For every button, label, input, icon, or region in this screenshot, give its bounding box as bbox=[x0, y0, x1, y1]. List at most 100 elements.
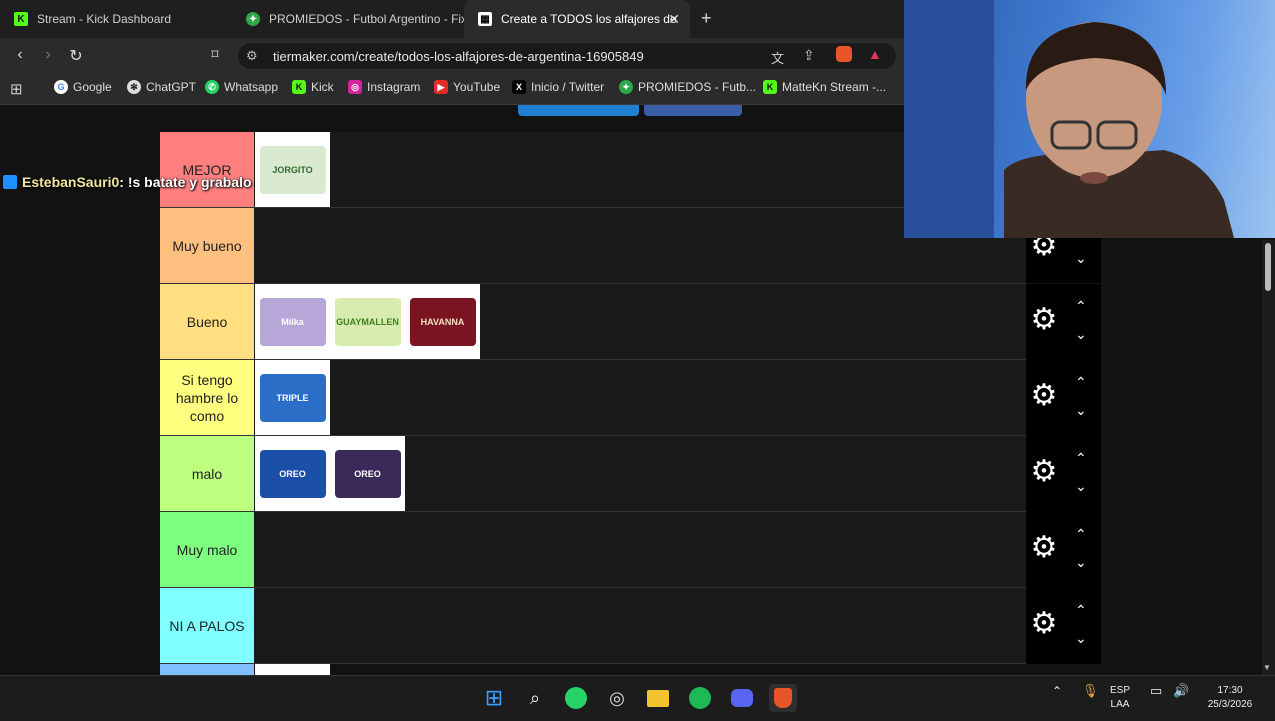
volume-icon[interactable]: 🔊 bbox=[1173, 684, 1189, 698]
site-info-icon[interactable]: ⚙ bbox=[246, 48, 258, 64]
chevron-up-icon[interactable]: ⌃ bbox=[1075, 450, 1087, 467]
url-text[interactable]: tiermaker.com/create/todos-los-alfajores… bbox=[273, 49, 644, 64]
tier-label-text: Bueno bbox=[186, 313, 228, 330]
bookmark-promiedos[interactable]: ✦ PROMIEDOS - Futb... bbox=[619, 80, 756, 94]
microphone-icon[interactable]: 🎙 bbox=[1082, 684, 1099, 698]
google-icon: G bbox=[54, 80, 68, 94]
new-tab-button[interactable]: + bbox=[701, 8, 712, 29]
tier-label[interactable]: Bueno bbox=[160, 284, 254, 359]
alfajor-item[interactable]: TRIPLE bbox=[255, 360, 330, 435]
spotify-icon[interactable] bbox=[686, 684, 714, 712]
chevron-up-icon[interactable]: ⌃ bbox=[1075, 298, 1087, 315]
obs-icon[interactable]: ◎ bbox=[603, 684, 631, 712]
file-explorer-icon[interactable] bbox=[644, 684, 672, 712]
apps-icon[interactable]: ⊞ bbox=[10, 80, 23, 98]
tier-label-text: NI A PALOS bbox=[169, 617, 245, 634]
alfajor-item[interactable]: OREO bbox=[255, 436, 330, 511]
discord-icon[interactable] bbox=[728, 684, 756, 712]
tier-row bbox=[160, 208, 1026, 284]
alfajor-item[interactable] bbox=[255, 664, 330, 675]
bookmark-google[interactable]: G Google bbox=[54, 80, 112, 94]
gear-icon[interactable]: ⚙ bbox=[1026, 530, 1062, 565]
brave-shields-icon[interactable] bbox=[836, 46, 852, 62]
whatsapp-taskbar-icon[interactable] bbox=[562, 684, 590, 712]
windows-start-icon[interactable]: ⊞ bbox=[480, 684, 508, 712]
clock[interactable]: 17:30 25/3/2026 bbox=[1200, 684, 1260, 712]
chat-badge-icon bbox=[3, 175, 17, 189]
translate-icon[interactable]: 文 bbox=[771, 48, 784, 67]
gear-icon[interactable]: ⚙ bbox=[1026, 302, 1062, 337]
save-download-button[interactable] bbox=[518, 105, 639, 116]
kick-icon: K bbox=[14, 12, 28, 26]
scroll-down-arrow[interactable]: ▼ bbox=[1263, 663, 1271, 672]
bookmark-icon[interactable]: ⌑ bbox=[205, 46, 225, 63]
tab-tiermaker[interactable]: ▦ Create a TODOS los alfajores de ✕ bbox=[464, 0, 690, 38]
alfajor-package-image: OREO bbox=[334, 449, 401, 498]
chat-text: : !s batate y grabalo bbox=[119, 174, 252, 190]
promiedos-icon: ✦ bbox=[619, 80, 633, 94]
tray-overflow-icon[interactable]: ⌃ bbox=[1052, 684, 1062, 698]
bookmark-instagram[interactable]: ◎ Instagram bbox=[348, 80, 420, 94]
chevron-down-icon[interactable]: ⌄ bbox=[1075, 250, 1087, 267]
alfajor-package-image: OREO bbox=[259, 449, 326, 498]
bookmark-youtube[interactable]: ▶ YouTube bbox=[434, 80, 500, 94]
bookmark-mattekn[interactable]: K MatteKn Stream -... bbox=[763, 80, 886, 94]
language-indicator[interactable]: ESP LAA bbox=[1110, 684, 1130, 712]
bookmark-kick[interactable]: K Kick bbox=[292, 80, 334, 94]
alfajor-item[interactable]: OREO bbox=[330, 436, 405, 511]
alfajor-item[interactable]: JORGITO bbox=[255, 132, 330, 207]
share-button[interactable] bbox=[644, 105, 742, 116]
kick-icon: K bbox=[763, 80, 777, 94]
network-icon[interactable]: ▭ bbox=[1150, 684, 1162, 698]
tiermaker-icon: ▦ bbox=[478, 12, 492, 26]
search-icon[interactable]: ⌕ bbox=[521, 684, 549, 712]
windows-taskbar bbox=[0, 675, 1275, 721]
tier-row bbox=[160, 512, 1026, 588]
tier-label[interactable]: malo bbox=[160, 436, 254, 511]
tier-label[interactable]: Muy bueno bbox=[160, 208, 254, 283]
bookmark-chatgpt[interactable]: ✻ ChatGPT bbox=[127, 80, 196, 94]
gear-icon[interactable]: ⚙ bbox=[1026, 454, 1062, 489]
streamer-webcam-image bbox=[904, 0, 1234, 238]
chevron-down-icon[interactable]: ⌄ bbox=[1075, 478, 1087, 495]
brave-browser-icon[interactable] bbox=[769, 684, 797, 712]
brave-rewards-icon[interactable]: ▲ bbox=[868, 46, 882, 62]
tab-label: Stream - Kick Dashboard bbox=[37, 12, 172, 26]
tier-label-text: Muy malo bbox=[176, 541, 238, 558]
chevron-up-icon[interactable]: ⌃ bbox=[1075, 526, 1087, 543]
gear-icon[interactable]: ⚙ bbox=[1026, 378, 1062, 413]
chatgpt-icon: ✻ bbox=[127, 80, 141, 94]
tier-label[interactable]: Si tengo hambre lo como bbox=[160, 360, 254, 435]
tier-label-text: malo bbox=[191, 465, 223, 482]
chevron-down-icon[interactable]: ⌄ bbox=[1075, 630, 1087, 647]
tier-label[interactable]: NI A PALOS bbox=[160, 588, 254, 663]
x-twitter-icon: X bbox=[512, 80, 526, 94]
bookmark-twitter[interactable]: X Inicio / Twitter bbox=[512, 80, 604, 94]
chevron-up-icon[interactable]: ⌃ bbox=[1075, 602, 1087, 619]
chevron-down-icon[interactable]: ⌄ bbox=[1075, 554, 1087, 571]
scrollbar[interactable] bbox=[1262, 240, 1275, 675]
chevron-down-icon[interactable]: ⌄ bbox=[1075, 402, 1087, 419]
alfajor-item[interactable]: GUAYMALLEN bbox=[330, 284, 405, 359]
chevron-down-icon[interactable]: ⌄ bbox=[1075, 326, 1087, 343]
chevron-up-icon[interactable]: ⌃ bbox=[1075, 374, 1087, 391]
bookmark-whatsapp[interactable]: ✆ Whatsapp bbox=[205, 80, 278, 94]
tab-label: PROMIEDOS - Futbol Argentino - Fixt bbox=[269, 12, 464, 26]
reload-button[interactable]: ↻ bbox=[66, 46, 86, 66]
forward-button[interactable]: › bbox=[38, 46, 58, 64]
alfajor-item[interactable]: HAVANNA bbox=[405, 284, 480, 359]
alfajor-package-image: TRIPLE bbox=[259, 373, 326, 422]
tier-label[interactable]: Muy malo bbox=[160, 512, 254, 587]
share-icon[interactable]: ⇪ bbox=[803, 47, 815, 64]
gear-icon[interactable]: ⚙ bbox=[1026, 606, 1062, 641]
scrollbar-thumb[interactable] bbox=[1265, 243, 1271, 291]
tier-label-text: Muy bueno bbox=[172, 237, 242, 254]
tier-row bbox=[160, 588, 1026, 664]
tab-kick-dashboard[interactable]: K Stream - Kick Dashboard bbox=[0, 0, 232, 38]
tier-label[interactable]: MEJOR bbox=[160, 132, 254, 207]
alfajor-item[interactable]: Milka bbox=[255, 284, 330, 359]
back-button[interactable]: ‹ bbox=[10, 46, 30, 64]
tier-label[interactable] bbox=[160, 664, 254, 675]
tab-promiedos[interactable]: ✦ PROMIEDOS - Futbol Argentino - Fixt bbox=[232, 0, 464, 38]
close-icon[interactable]: ✕ bbox=[668, 11, 680, 28]
